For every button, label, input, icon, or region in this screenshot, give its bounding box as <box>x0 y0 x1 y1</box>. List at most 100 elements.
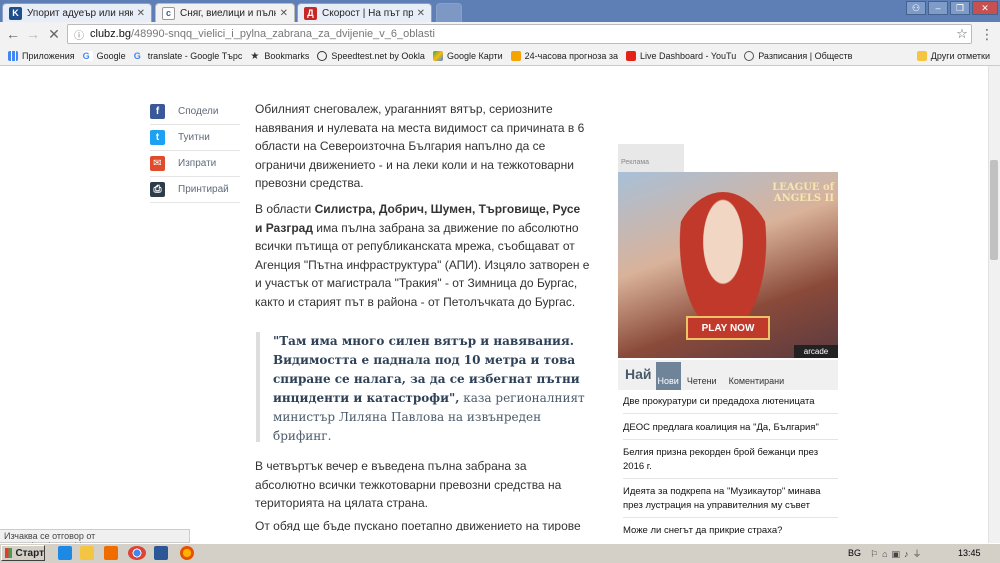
tab-3[interactable]: Д Скорост | На път през зи ✕ <box>297 3 432 22</box>
firefox-icon[interactable] <box>180 546 194 560</box>
share-mail-button[interactable]: ✉ Изпрати <box>150 151 240 177</box>
article-paragraph: В области Силистра, Добрич, Шумен, Търго… <box>255 200 590 311</box>
scrollbar-thumb[interactable] <box>990 160 998 260</box>
ad-play-now-button[interactable]: PLAY NOW <box>686 316 770 340</box>
folder-icon <box>916 50 927 61</box>
news-item[interactable]: Две прокуратури си предадоха лютеницата <box>623 395 838 414</box>
tab-2-active[interactable]: c Сняг, виелици и пълна за ✕ <box>155 3 295 22</box>
bookmark-speedtest[interactable]: Speedtest.net by Ookla <box>317 50 425 61</box>
url-domain: clubz.bg <box>90 28 131 40</box>
windows-logo-icon <box>5 548 13 558</box>
most-popular-tabs: Най Нови Четени Коментирани <box>618 360 838 390</box>
word-icon[interactable] <box>154 546 168 560</box>
tab-favicon-icon: c <box>162 6 175 20</box>
bookmark-translate[interactable]: Gtranslate - Google Търс <box>134 51 243 61</box>
forward-arrow-icon[interactable]: → <box>24 25 42 43</box>
apps-icon <box>8 50 18 61</box>
page-scrollbar[interactable] <box>988 66 1000 543</box>
close-icon[interactable]: ✕ <box>137 8 145 19</box>
tab-title: Сняг, виелици и пълна за <box>180 7 276 19</box>
menu-icon[interactable]: ⋮ <box>978 25 996 43</box>
status-bubble: Изчаква се отговор от post.advertiseworl… <box>0 529 190 551</box>
bookmark-label: Google Карти <box>446 50 503 61</box>
share-label: Туитни <box>178 132 210 143</box>
tab-favicon-icon: Д <box>304 6 317 20</box>
bookmarks-bar: Приложения G Google Gtranslate - Google Т… <box>0 46 1000 66</box>
globe-icon <box>744 50 755 61</box>
share-twitter-button[interactable]: t Туитни <box>150 125 240 151</box>
star-icon[interactable]: ☆ <box>953 25 971 43</box>
address-bar[interactable]: ⓘ clubz.bg/48990-snqq_vielici_i_pylna_za… <box>67 24 972 44</box>
close-icon[interactable]: ✕ <box>417 8 425 19</box>
tabs-title: Най <box>625 366 652 382</box>
bookmark-youtube[interactable]: Live Dashboard - YouTu <box>625 50 737 61</box>
language-indicator[interactable]: BG <box>848 545 861 561</box>
ad-banner[interactable]: LEAGUE of ANGELS II PLAY NOW arcade <box>618 172 838 358</box>
bookmark-label: translate - Google Търс <box>147 50 243 61</box>
news-item[interactable]: Белгия призна рекорден брой бежанци през… <box>623 446 838 479</box>
blockquote: "Там има много силен вятър и навявания. … <box>256 332 590 443</box>
restore-icon[interactable]: ❐ <box>950 1 970 15</box>
tab-read[interactable]: Четени <box>681 376 723 390</box>
start-label: Старт <box>15 547 44 559</box>
bookmark-bookmarks[interactable]: ★ Bookmarks <box>250 50 309 62</box>
url-path: /48990-snqq_vielici_i_pylna_zabrana_za_d… <box>130 28 435 40</box>
bookmark-label: Speedtest.net by Ookla <box>331 50 425 61</box>
ie-icon[interactable] <box>58 546 72 560</box>
bookmark-forecast[interactable]: 24-часова прогноза за <box>510 50 618 61</box>
news-item[interactable]: Може ли снегът да прикрие страха? <box>623 524 838 542</box>
tab-title: Скорост | На път през зи <box>322 7 413 19</box>
media-player-icon[interactable] <box>104 546 118 560</box>
youtube-icon <box>625 50 636 61</box>
ad-vendor-badge: arcade <box>794 345 838 358</box>
bookmark-label: Разписания | Обществ <box>758 50 853 61</box>
info-icon[interactable]: ⓘ <box>74 27 84 42</box>
bookmark-schedules[interactable]: Разписания | Обществ <box>744 50 853 61</box>
bookmark-label: Google <box>96 50 126 61</box>
text-run: В области <box>255 202 315 216</box>
new-tab-button[interactable] <box>436 3 462 22</box>
profile-icon[interactable]: ⚇ <box>906 1 926 15</box>
google-icon: G <box>133 50 141 61</box>
system-tray-icons[interactable]: ⚐⌂▣♪⏚ <box>870 545 950 561</box>
bookmark-label: 24-часова прогноза за <box>524 50 618 61</box>
share-print-button[interactable]: ⎙ Принтирай <box>150 177 240 203</box>
minimize-icon[interactable]: – <box>928 1 948 15</box>
bookmark-apps[interactable]: Приложения <box>8 50 75 61</box>
facebook-icon: f <box>150 104 165 119</box>
weather-icon <box>510 50 521 61</box>
chrome-icon[interactable] <box>128 546 146 560</box>
back-arrow-icon[interactable]: ← <box>4 25 22 43</box>
maps-icon <box>432 50 443 61</box>
stop-icon[interactable]: ✕ <box>45 25 63 43</box>
tab-title: Упорит адуеър или някакъ <box>27 7 133 19</box>
bookmark-label: Live Dashboard - YouTu <box>639 50 737 61</box>
bookmark-label: Приложения <box>22 50 75 61</box>
share-label: Изпрати <box>178 158 217 169</box>
ad-label: Реклама <box>618 144 684 172</box>
tab-commented[interactable]: Коментирани <box>723 376 791 390</box>
close-icon[interactable]: ✕ <box>280 8 288 19</box>
star-icon: ★ <box>250 50 260 62</box>
explorer-icon[interactable] <box>80 546 94 560</box>
tab-new[interactable]: Нови <box>655 362 681 390</box>
start-button[interactable]: Старт <box>1 545 45 561</box>
share-facebook-button[interactable]: f Сподели <box>150 99 240 125</box>
news-item[interactable]: ДЕОС предлага коалиция на "Да, България" <box>623 421 838 440</box>
close-window-icon[interactable]: ✕ <box>972 1 998 15</box>
news-item[interactable]: Идеята за подкрепа на "Музикаутор" минав… <box>623 485 838 518</box>
article-paragraph: От обяд ще бъде пускано поетапно движени… <box>255 519 581 531</box>
share-label: Принтирай <box>178 184 229 195</box>
speedtest-icon <box>317 50 328 61</box>
google-icon: G <box>82 50 93 61</box>
tab-1[interactable]: K Упорит адуеър или някакъ ✕ <box>2 3 152 22</box>
mail-icon: ✉ <box>150 156 165 171</box>
clock: 13:45 <box>958 548 981 558</box>
bookmark-google[interactable]: G Google <box>82 50 126 61</box>
bookmark-other[interactable]: Други отметки <box>916 50 990 61</box>
tab-favicon-icon: K <box>9 6 22 20</box>
print-icon: ⎙ <box>150 182 165 197</box>
twitter-icon: t <box>150 130 165 145</box>
bookmark-maps[interactable]: Google Карти <box>432 50 503 61</box>
ad-logo: LEAGUE of ANGELS II <box>772 182 834 204</box>
